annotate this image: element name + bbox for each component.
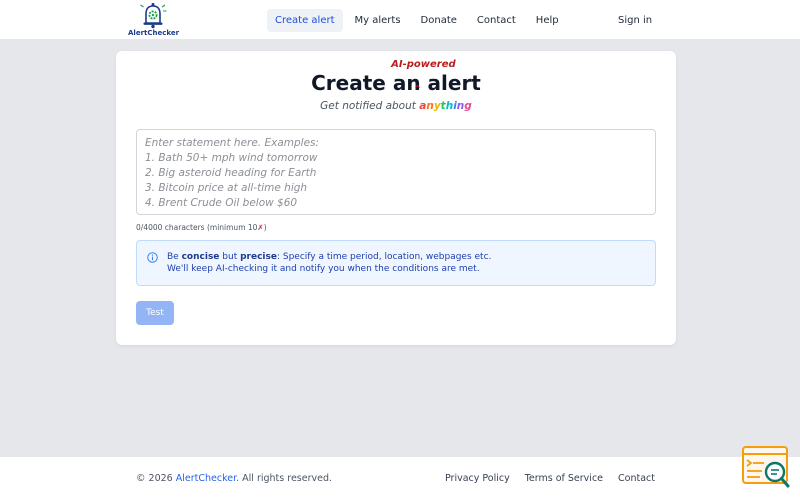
create-alert-card: Create an alert AI-powered ^ Get notifie… <box>116 51 676 345</box>
footer: © 2026 AlertChecker. All rights reserved… <box>0 457 800 500</box>
nav-help[interactable]: Help <box>528 9 567 32</box>
bell-gear-icon <box>140 3 167 29</box>
info-rest: : Specify a time period, location, webpa… <box>276 252 492 262</box>
placeholder-line: 3. Bitcoin price at all-time high <box>145 182 308 194</box>
placeholder-line: 2. Big asteroid heading for Earth <box>145 167 317 179</box>
nav-create-alert[interactable]: Create alert <box>267 9 343 32</box>
copyright-suffix: . All rights reserved. <box>236 473 333 484</box>
rainbow-letter: n <box>426 100 434 112</box>
placeholder-line: 1. Bath 50+ mph wind tomorrow <box>145 152 318 164</box>
nav-my-alerts[interactable]: My alerts <box>347 9 409 32</box>
info-but: but <box>222 252 238 262</box>
footer-terms-link[interactable]: Terms of Service <box>525 473 603 484</box>
placeholder-line: 4. Brent Crude Oil below $60 <box>145 197 298 209</box>
title-alert: alert <box>427 71 481 95</box>
subtitle: Get notified about anything <box>116 100 676 112</box>
info-line-1: Be concise but precise: Specify a time p… <box>167 252 491 262</box>
info-box: Be concise but precise: Specify a time p… <box>136 240 656 286</box>
nav-donate[interactable]: Donate <box>413 9 465 32</box>
logo-text: AlertChecker <box>128 29 180 37</box>
alert-statement-input[interactable]: Enter statement here. Examples: 1. Bath … <box>136 129 656 215</box>
copyright: © 2026 AlertChecker. All rights reserved… <box>136 473 332 484</box>
footer-contact-link[interactable]: Contact <box>618 473 655 484</box>
page-title: Create an alert AI-powered ^ <box>311 59 481 95</box>
footer-links: Privacy Policy Terms of Service Contact <box>430 473 655 484</box>
info-precise: precise <box>240 252 277 262</box>
test-button[interactable]: Test <box>136 301 174 325</box>
counter-close: ) <box>263 223 267 232</box>
top-navbar: AlertChecker Create alert My alerts Dona… <box>0 0 800 40</box>
terminal-search-icon[interactable] <box>742 446 790 488</box>
footer-brand-link[interactable]: AlertChecker <box>176 473 236 484</box>
sign-in-link[interactable]: Sign in <box>610 9 660 32</box>
info-be: Be <box>167 252 179 262</box>
alertchecker-logo[interactable]: AlertChecker <box>128 2 180 38</box>
character-counter: 0/4000 characters (minimum 10✗) <box>136 223 267 232</box>
copyright-prefix: © 2026 <box>136 473 173 484</box>
title-create: Create <box>311 71 386 95</box>
info-line-2: We'll keep AI-checking it and notify you… <box>167 264 480 274</box>
counter-text: 0/4000 characters (minimum 10 <box>136 223 258 232</box>
footer-privacy-link[interactable]: Privacy Policy <box>445 473 510 484</box>
info-circle-icon <box>147 252 158 263</box>
title-wrap: Create an alert AI-powered ^ <box>116 59 676 95</box>
ai-powered-annotation: AI-powered <box>391 59 456 70</box>
placeholder-line: Enter statement here. Examples: <box>145 137 320 149</box>
insert-caret: ^ <box>414 84 421 93</box>
subtitle-rainbow-word: anything <box>419 100 472 112</box>
main-nav: Create alert My alerts Donate Contact He… <box>267 9 567 32</box>
rainbow-letter: g <box>464 100 472 112</box>
nav-contact[interactable]: Contact <box>469 9 524 32</box>
subtitle-prefix: Get notified about <box>320 100 416 112</box>
rainbow-letter: y <box>433 100 441 112</box>
info-concise: concise <box>181 252 220 262</box>
